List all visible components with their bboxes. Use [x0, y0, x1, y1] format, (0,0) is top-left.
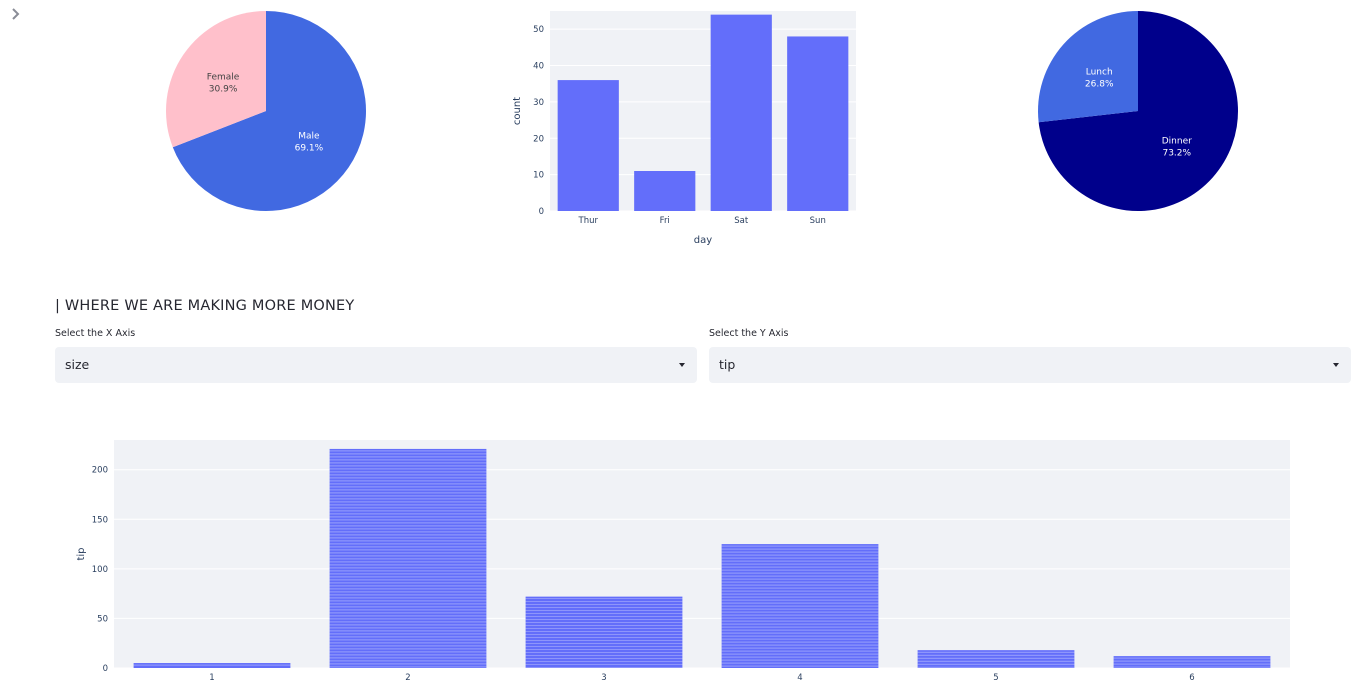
x-axis-select-label: Select the X Axis: [55, 328, 136, 339]
y-tick-label: 50: [97, 614, 108, 624]
pie-slice-label: Male: [298, 131, 320, 141]
x-tick-label: 4: [797, 673, 802, 683]
y-tick-label: 200: [92, 466, 108, 476]
y-tick-label: 40: [533, 62, 544, 72]
time-pie-chart: Dinner 73.2% Lunch 26.8%: [1020, 0, 1260, 225]
pie-slice-percent: 30.9%: [209, 85, 238, 95]
bar-2[interactable]: [329, 448, 487, 668]
x-tick-label: 3: [601, 673, 606, 683]
y-tick-label: 20: [533, 134, 544, 144]
x-tick-label: Sat: [734, 216, 749, 226]
y-axis-select[interactable]: tip: [709, 347, 1351, 383]
bar-5[interactable]: [917, 650, 1075, 668]
day-count-bar-svg: 0 10 20 30 40 50 Thur Fri Sat Sun day count: [512, 11, 856, 246]
app-root: Male 69.1% Female 30.9% 0 10 20 30 40 50 Thur Fri S…: [0, 0, 1358, 690]
x-tick-label: Fri: [660, 216, 670, 226]
y-tick-label: 50: [533, 25, 544, 35]
bar-1[interactable]: [133, 663, 291, 668]
bar-fri[interactable]: [634, 171, 696, 211]
y-tick-label: 100: [92, 565, 108, 575]
y-axis-title: count: [512, 97, 523, 125]
x-axis-title: day: [694, 235, 712, 246]
bar-sat[interactable]: [710, 14, 772, 211]
y-tick-label: 150: [92, 515, 108, 525]
size-tip-bar-svg: 0 50 100 150 200 1 2 3 4 5 6 tip: [76, 440, 1290, 683]
x-tick-label: 5: [993, 673, 998, 683]
pie-slice-label: Lunch: [1086, 67, 1113, 77]
y-tick-label: 30: [533, 98, 544, 108]
chevron-right-icon: [12, 8, 20, 20]
size-tip-bar-chart: 0 50 100 150 200 1 2 3 4 5 6 tip: [60, 430, 1300, 690]
pie-slice-label: Dinner: [1162, 137, 1192, 147]
section-title: | WHERE WE ARE MAKING MORE MONEY: [55, 298, 355, 314]
y-tick-label: 10: [533, 171, 544, 181]
y-axis-title: tip: [76, 547, 87, 560]
gender-pie-chart: Male 69.1% Female 30.9%: [150, 0, 390, 225]
y-axis-select-value: tip: [719, 357, 736, 372]
plot-background: [114, 440, 1290, 668]
sidebar-toggle-button[interactable]: [6, 4, 26, 24]
y-tick-label: 0: [103, 664, 108, 674]
pie-slice-percent: 73.2%: [1162, 149, 1191, 159]
day-count-bar-chart: 0 10 20 30 40 50 Thur Fri Sat Sun day count: [505, 0, 865, 255]
x-axis-select-value: size: [65, 357, 90, 372]
caret-down-icon: [1333, 363, 1339, 367]
x-axis-select[interactable]: size: [55, 347, 697, 383]
x-tick-label: 1: [209, 673, 214, 683]
bar-thur[interactable]: [557, 80, 619, 211]
pie-slice-label: Female: [207, 73, 240, 83]
pie-slice-percent: 69.1%: [295, 143, 324, 153]
y-tick-label: 0: [539, 207, 544, 217]
bar-sun[interactable]: [787, 36, 849, 211]
y-axis-select-label: Select the Y Axis: [709, 328, 789, 339]
pie-slice-percent: 26.8%: [1085, 79, 1114, 89]
x-tick-label: 2: [405, 673, 410, 683]
x-tick-label: Sun: [810, 216, 826, 226]
x-tick-label: 6: [1189, 673, 1194, 683]
time-pie-svg: Dinner 73.2% Lunch 26.8%: [1038, 11, 1238, 212]
caret-down-icon: [679, 363, 685, 367]
gender-pie-svg: Male 69.1% Female 30.9%: [166, 11, 366, 211]
x-tick-label: Thur: [578, 216, 599, 226]
